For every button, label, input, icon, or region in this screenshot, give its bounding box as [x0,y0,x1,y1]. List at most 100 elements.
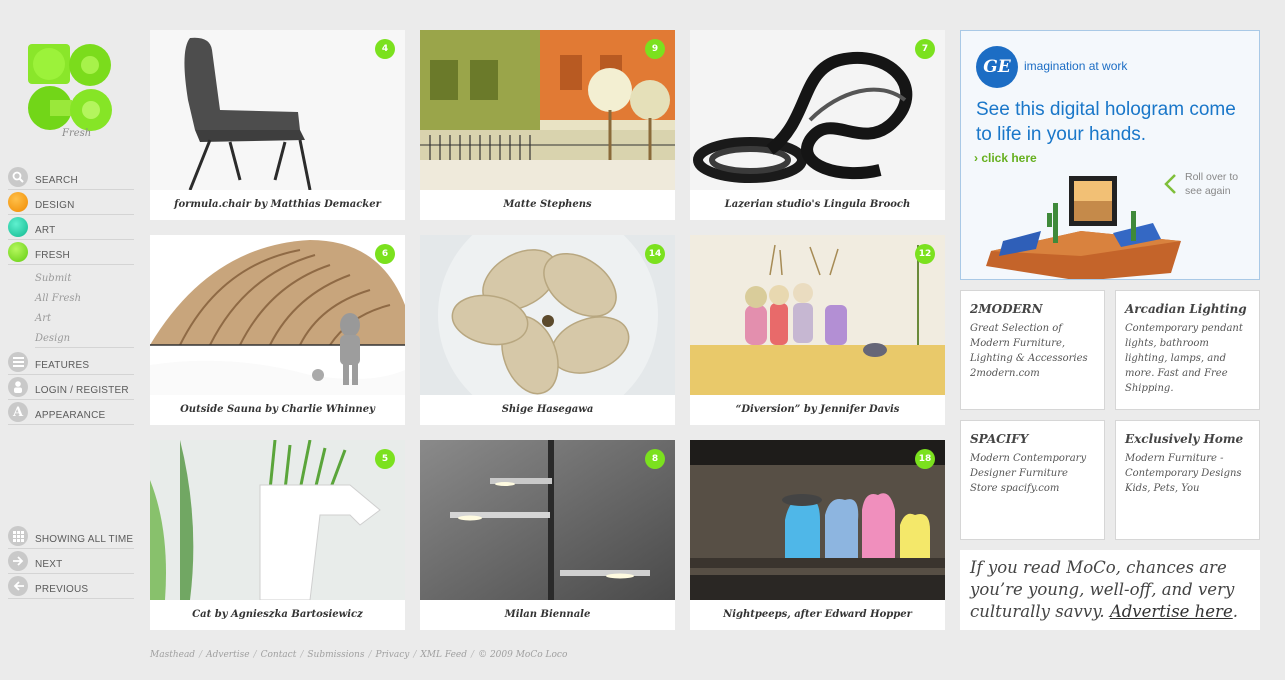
post-image-figures[interactable] [690,235,945,395]
advertise-promo: If you read MoCo, chances are you’re you… [960,550,1260,630]
post-caption[interactable]: “Diversion” by Jennifer Davis [690,395,945,425]
post-caption[interactable]: Nightpeeps, after Edward Hopper [690,600,945,630]
nav-item-features[interactable]: FEATURES [8,352,134,375]
orange-dot-icon [8,192,28,212]
nav-item-art[interactable]: ART [8,217,134,240]
comment-count-badge: 9 [645,39,665,59]
teal-dot-icon [8,217,28,237]
ge-headline: See this digital hologram come to life i… [976,99,1236,145]
post-caption[interactable]: Matte Stephens [420,190,675,220]
nav-label-art: ART [35,225,56,236]
ge-banner-ad[interactable]: GE imagination at work See this digital … [960,30,1260,280]
appearance-icon: A [8,402,28,422]
post-card[interactable]: 8 Milan Biennale [420,440,675,630]
ad-title[interactable]: SPACIFY [970,432,1095,446]
nav-label-features: FEATURES [35,360,90,371]
post-card[interactable]: 12 “Diversion” by Jennifer Davis [690,235,945,425]
post-image-cat[interactable] [150,440,405,600]
search-icon [8,167,28,187]
nav-label-previous: PREVIOUS [35,584,89,595]
post-card[interactable]: 7 Lazerian studio's Lingula Brooch [690,30,945,220]
advertise-here-link[interactable]: Advertise here [1110,602,1233,621]
footer-separator: / [199,650,203,660]
hologram-scene-illustration [986,176,1181,279]
green-dot-icon [8,242,28,262]
footer-separator: / [368,650,372,660]
nav-item-appearance[interactable]: A APPEARANCE [8,402,134,425]
footer-links: Masthead / Advertise / Contact / Submiss… [150,650,567,660]
comment-count-badge: 14 [645,244,665,264]
nav-item-design[interactable]: DESIGN [8,192,134,215]
comment-count-badge: 12 [915,244,935,264]
text-ad[interactable]: Arcadian Lighting Contemporary pendant l… [1115,290,1260,410]
post-caption[interactable]: Cat by Agnieszka Bartosiewicz [150,600,405,630]
post-card[interactable]: 18 Nightpeeps, after Edward Hopper [690,440,945,630]
footer-separator: / [413,650,417,660]
post-image-shelves[interactable] [420,440,675,600]
user-icon [8,377,28,397]
nav-label-search: SEARCH [35,175,78,186]
nav-label-login: LOGIN / REGISTER [35,385,129,396]
nav-item-previous[interactable]: PREVIOUS [8,576,134,599]
post-image-peeps[interactable] [690,440,945,600]
advertise-promo-end: . [1232,602,1238,621]
chevron-left-icon [1164,174,1176,194]
footer-link-advertise[interactable]: Advertise [206,650,249,660]
text-ad[interactable]: 2MODERN Great Selection of Modern Furnit… [960,290,1105,410]
moco-logo[interactable] [28,44,116,134]
post-card[interactable]: 14 Shige Hasegawa [420,235,675,425]
nav-item-login[interactable]: LOGIN / REGISTER [8,377,134,400]
calendar-grid-icon [8,526,28,546]
nav-label-design: DESIGN [35,200,75,211]
ad-title[interactable]: Exclusively Home [1125,432,1250,446]
post-caption[interactable]: Shige Hasegawa [420,395,675,425]
footer-link-privacy[interactable]: Privacy [376,650,410,660]
arrow-right-icon [8,551,28,571]
post-card[interactable]: 9 Matte Stephens [420,30,675,220]
nav-item-search[interactable]: SEARCH [8,167,134,190]
comment-count-badge: 7 [915,39,935,59]
footer-link-xml-feed[interactable]: XML Feed [420,650,467,660]
ad-title[interactable]: Arcadian Lighting [1125,302,1250,316]
subnav-all-fresh[interactable]: All Fresh [35,290,134,308]
subnav-design[interactable]: Design [35,330,134,348]
ad-body: Modern Contemporary Designer Furniture S… [970,453,1087,494]
comment-count-badge: 4 [375,39,395,59]
footer-link-masthead[interactable]: Masthead [150,650,195,660]
subnav-submit[interactable]: Submit [35,270,134,288]
footer-copyright: © 2009 MoCo Loco [478,650,568,660]
ad-title[interactable]: 2MODERN [970,302,1095,316]
nav-item-next[interactable]: NEXT [8,551,134,574]
ge-rollover-text: Roll over to see again [1185,171,1239,197]
post-caption[interactable]: Lazerian studio's Lingula Brooch [690,190,945,220]
footer-link-contact[interactable]: Contact [261,650,297,660]
nav-item-fresh[interactable]: FRESH [8,242,134,265]
post-image-sauna[interactable] [150,235,405,395]
comment-count-badge: 6 [375,244,395,264]
post-image-street[interactable] [420,30,675,190]
ge-tagline: imagination at work [1024,59,1128,73]
footer-separator: / [471,650,475,660]
nav-item-showing-all-time[interactable]: SHOWING ALL TIME [8,526,134,549]
post-caption[interactable]: formula.chair by Matthias Demacker [150,190,405,220]
comment-count-badge: 5 [375,449,395,469]
ad-body: Contemporary pendant lights, bathroom li… [1125,323,1243,394]
subnav-art[interactable]: Art [35,310,134,328]
text-ad[interactable]: SPACIFY Modern Contemporary Designer Fur… [960,420,1105,540]
post-image-stool[interactable] [420,235,675,395]
comment-count-badge: 8 [645,449,665,469]
footer-separator: / [300,650,304,660]
text-ad[interactable]: Exclusively Home Modern Furniture - Cont… [1115,420,1260,540]
footer-link-submissions[interactable]: Submissions [307,650,364,660]
post-card[interactable]: 4 formula.chair by Matthias Demacker [150,30,405,220]
nav-label-next: NEXT [35,559,63,570]
post-image-brooch[interactable] [690,30,945,190]
footer-separator: / [253,650,257,660]
features-icon [8,352,28,372]
post-card[interactable]: 6 Outside Sauna by Charlie Whinney [150,235,405,425]
nav-label-fresh: FRESH [35,250,70,261]
post-image-chair[interactable] [150,30,405,190]
post-card[interactable]: 5 Cat by Agnieszka Bartosiewicz [150,440,405,630]
post-caption[interactable]: Outside Sauna by Charlie Whinney [150,395,405,425]
post-caption[interactable]: Milan Biennale [420,600,675,630]
